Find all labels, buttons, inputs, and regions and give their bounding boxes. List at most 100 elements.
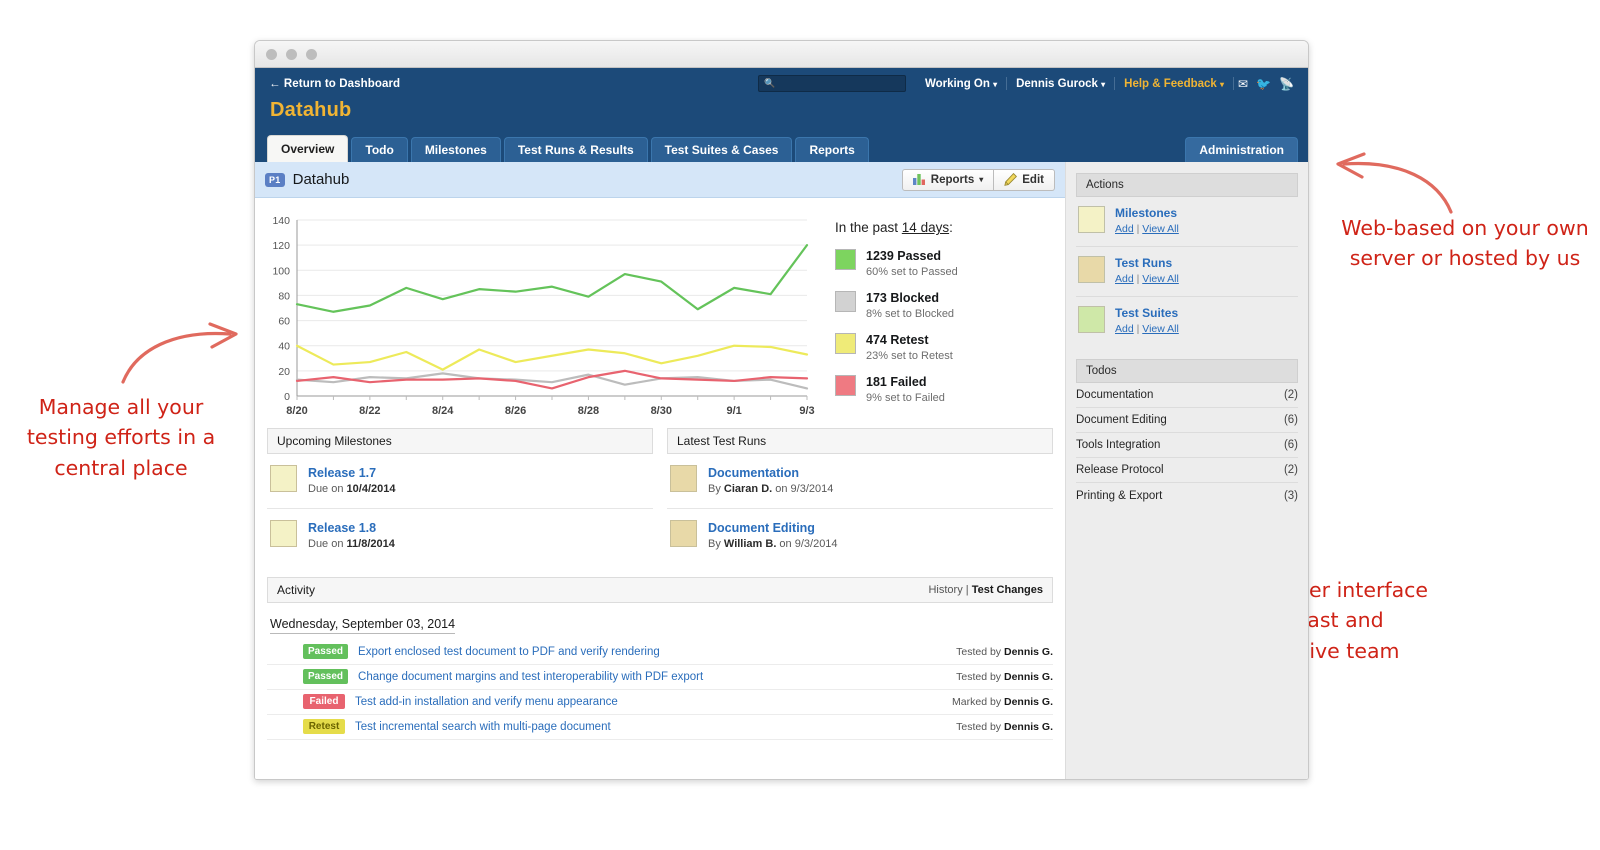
tab-test-suites-cases[interactable]: Test Suites & Cases: [650, 137, 793, 162]
status-badge: Passed: [303, 644, 349, 659]
action-add-link[interactable]: Add: [1115, 223, 1134, 235]
activity-author: Marked by Dennis G.: [952, 695, 1053, 708]
legend-row: 173 Blocked 8% set to Blocked: [835, 291, 1065, 322]
action-add-link[interactable]: Add: [1115, 323, 1134, 335]
legend-sub: 60% set to Passed: [866, 265, 958, 278]
table-row[interactable]: Passed Export enclosed test document to P…: [267, 640, 1053, 665]
panels-row: Upcoming Milestones Release 1.7 Due on 10…: [255, 420, 1065, 563]
todo-row[interactable]: Release Protocol (2): [1076, 458, 1298, 484]
svg-text:0: 0: [284, 391, 290, 403]
rss-icon[interactable]: 📡: [1275, 77, 1298, 91]
list-item[interactable]: Release 1.7 Due on 10/4/2014: [267, 454, 653, 509]
svg-text:8/20: 8/20: [286, 405, 307, 417]
activity-section: Activity History | Test Changes Wednesda…: [255, 563, 1065, 740]
legend-row: 1239 Passed 60% set to Passed: [835, 249, 1065, 280]
legend-swatch: [835, 249, 856, 270]
list-item[interactable]: Documentation By Ciaran D. on 9/3/2014: [667, 454, 1053, 509]
list-item[interactable]: Release 1.8 Due on 11/8/2014: [267, 509, 653, 563]
tab-todo[interactable]: Todo: [351, 137, 408, 162]
legend-count: 181 Failed: [866, 375, 927, 390]
activity-test-name[interactable]: Change document margins and test interop…: [358, 671, 703, 683]
action-swatch: [1078, 206, 1105, 233]
edit-button[interactable]: Edit: [994, 168, 1055, 191]
svg-text:9/1: 9/1: [726, 405, 741, 417]
chart-summary: In the past 14 days: 1239 Passed 60% set …: [815, 212, 1065, 420]
action-add-link[interactable]: Add: [1115, 273, 1134, 285]
utility-bar: ← Return to Dashboard 🔍 Working On ▾ Den…: [255, 68, 1308, 99]
edit-button-label: Edit: [1022, 173, 1044, 186]
activity-test-name[interactable]: Export enclosed test document to PDF and…: [358, 646, 660, 658]
page-title: Datahub: [270, 99, 352, 121]
svg-text:60: 60: [278, 316, 290, 328]
todo-count: (2): [1283, 464, 1298, 477]
activity-author: Tested by Dennis G.: [956, 720, 1053, 733]
window-minimize-dot[interactable]: [286, 48, 297, 60]
chevron-down-icon: ▾: [979, 175, 984, 184]
page-body: P1 Datahub Reports ▾ Edit 0 20 40 60 80 …: [255, 162, 1308, 779]
working-on-menu[interactable]: Working On ▾: [916, 78, 1006, 90]
search-icon: 🔍: [763, 78, 776, 88]
testruns-panel: Latest Test Runs Documentation By Ciaran …: [667, 428, 1053, 563]
action-view-all-link[interactable]: View All: [1142, 223, 1179, 235]
tab-milestones[interactable]: Milestones: [410, 137, 501, 162]
chart-section: 0 20 40 60 80 100 120 140 8/20 8/22 8/24 8/26 8/28 8/…: [255, 198, 1065, 420]
action-view-all-link[interactable]: View All: [1142, 323, 1179, 335]
legend-swatch: [835, 333, 856, 355]
list-item[interactable]: Document Editing By William B. on 9/3/201…: [667, 509, 1053, 563]
main-content: P1 Datahub Reports ▾ Edit 0 20 40 60 80 …: [255, 162, 1065, 779]
activity-test-name[interactable]: Test add-in installation and verify menu…: [355, 696, 618, 708]
action-title[interactable]: Test Runs: [1115, 256, 1179, 271]
todo-row[interactable]: Printing & Export (3): [1076, 483, 1298, 508]
item-subtitle: Due on 11/8/2014: [308, 538, 395, 550]
svg-text:20: 20: [278, 366, 290, 378]
tab-overview[interactable]: Overview: [267, 135, 349, 162]
item-title[interactable]: Documentation: [708, 465, 833, 481]
twitter-icon[interactable]: 🐦: [1252, 77, 1275, 91]
table-row[interactable]: Failed Test add-in installation and verif…: [267, 690, 1053, 715]
chevron-down-icon: ▾: [993, 79, 998, 89]
todo-row[interactable]: Document Editing (6): [1076, 408, 1298, 434]
item-title[interactable]: Release 1.7: [308, 465, 395, 481]
tab-reports[interactable]: Reports: [795, 137, 869, 162]
activity-test-name[interactable]: Test incremental search with multi-page …: [355, 721, 611, 733]
activity-date: Wednesday, September 03, 2014: [270, 617, 456, 634]
reports-button[interactable]: Reports ▾: [901, 168, 995, 191]
todo-count: (6): [1283, 439, 1298, 452]
test-changes-link[interactable]: Test Changes: [972, 584, 1043, 596]
window-maximize-dot[interactable]: [306, 48, 317, 60]
window-close-dot[interactable]: [266, 48, 277, 60]
item-subtitle: Due on 10/4/2014: [308, 483, 396, 496]
bar-chart-icon: [912, 174, 925, 185]
action-view-all-link[interactable]: View All: [1142, 273, 1179, 285]
item-swatch: [270, 519, 297, 547]
history-link[interactable]: History: [928, 584, 962, 596]
todo-row[interactable]: Tools Integration (6): [1076, 433, 1298, 459]
todo-row[interactable]: Documentation (2): [1076, 383, 1298, 409]
return-to-dashboard-link[interactable]: ← Return to Dashboard: [269, 78, 400, 90]
arrow-right-callout: [1336, 152, 1453, 214]
callout-right-text: Web-based on your own server or hosted b…: [1341, 216, 1589, 271]
project-header: P1 Datahub Reports ▾ Edit: [255, 162, 1065, 198]
tab-administration[interactable]: Administration: [1185, 137, 1298, 162]
svg-text:8/22: 8/22: [359, 405, 380, 417]
item-title[interactable]: Document Editing: [708, 520, 838, 536]
milestones-panel-title: Upcoming Milestones: [277, 434, 392, 448]
table-row[interactable]: Passed Change document margins and test i…: [267, 665, 1053, 690]
sidebar-action-item: Test Runs Add | View All: [1076, 247, 1298, 297]
user-menu[interactable]: Dennis Gurock ▾: [1007, 78, 1114, 90]
summary-heading: In the past 14 days:: [835, 220, 953, 235]
table-row[interactable]: Retest Test incremental search with multi…: [267, 715, 1053, 740]
chevron-down-icon: ▾: [1101, 79, 1106, 89]
item-swatch: [270, 465, 297, 492]
search-input[interactable]: 🔍: [757, 75, 906, 92]
tab-test-runs-results[interactable]: Test Runs & Results: [503, 137, 648, 162]
svg-text:9/3: 9/3: [799, 405, 814, 417]
legend-sub: 23% set to Retest: [866, 349, 953, 362]
item-title[interactable]: Release 1.8: [308, 520, 395, 536]
action-title[interactable]: Milestones: [1115, 206, 1179, 221]
mail-icon[interactable]: ✉: [1234, 77, 1252, 91]
sidebar: Actions Milestones Add | View All Test Run…: [1065, 162, 1308, 779]
status-badge: Failed: [303, 694, 345, 709]
action-title[interactable]: Test Suites: [1115, 306, 1179, 321]
help-feedback-menu[interactable]: Help & Feedback ▾: [1115, 78, 1233, 90]
